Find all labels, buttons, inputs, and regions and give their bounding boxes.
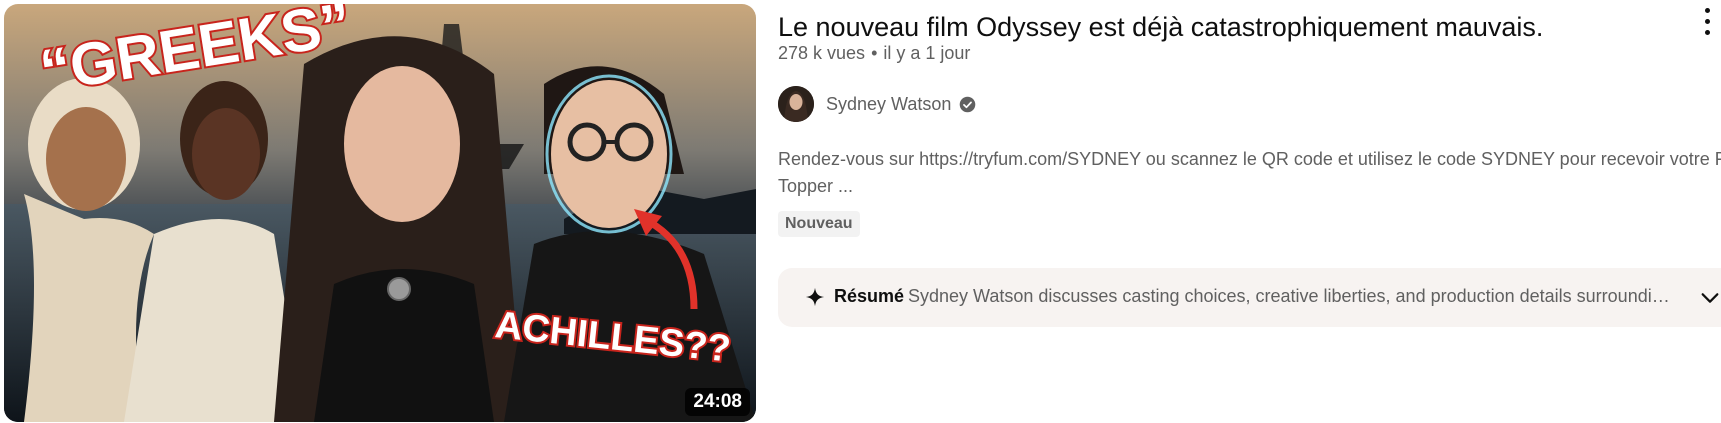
- verified-check-icon: [960, 96, 976, 112]
- ai-summary-panel[interactable]: Résumé Sydney Watson discusses casting c…: [778, 268, 1721, 327]
- summary-text: Sydney Watson discusses casting choices,…: [908, 286, 1678, 306]
- summary-label: Résumé: [834, 286, 905, 306]
- sparkle-icon: [805, 287, 825, 307]
- avatar[interactable]: [778, 86, 814, 122]
- chevron-down-icon[interactable]: [1699, 287, 1721, 309]
- stats-separator: •: [871, 43, 878, 63]
- view-count: 278 k vues: [778, 43, 866, 63]
- description-line: Rendez-vous sur https://tryfum.com/SYDNE…: [778, 149, 1721, 169]
- thumbnail-artwork: “GREEKS” ACHILLES??: [4, 4, 756, 422]
- three-dots-vertical-icon: [1693, 8, 1721, 35]
- channel-link[interactable]: Sydney Watson: [778, 86, 976, 122]
- upload-age: il y a 1 jour: [883, 43, 971, 63]
- duration-badge: 24:08: [685, 388, 750, 416]
- video-title[interactable]: Le nouveau film Odyssey est déjà catastr…: [778, 8, 1543, 46]
- channel-name[interactable]: Sydney Watson: [826, 94, 951, 115]
- video-description: Rendez-vous sur https://tryfum.com/SYDNE…: [778, 146, 1721, 200]
- video-thumbnail[interactable]: “GREEKS” ACHILLES?? 24:08: [4, 4, 756, 422]
- video-stats: 278 k vues • il y a 1 jour: [778, 43, 970, 64]
- more-actions-button[interactable]: [1693, 0, 1721, 44]
- description-line: Topper ...: [778, 176, 854, 196]
- new-badge: Nouveau: [778, 211, 860, 237]
